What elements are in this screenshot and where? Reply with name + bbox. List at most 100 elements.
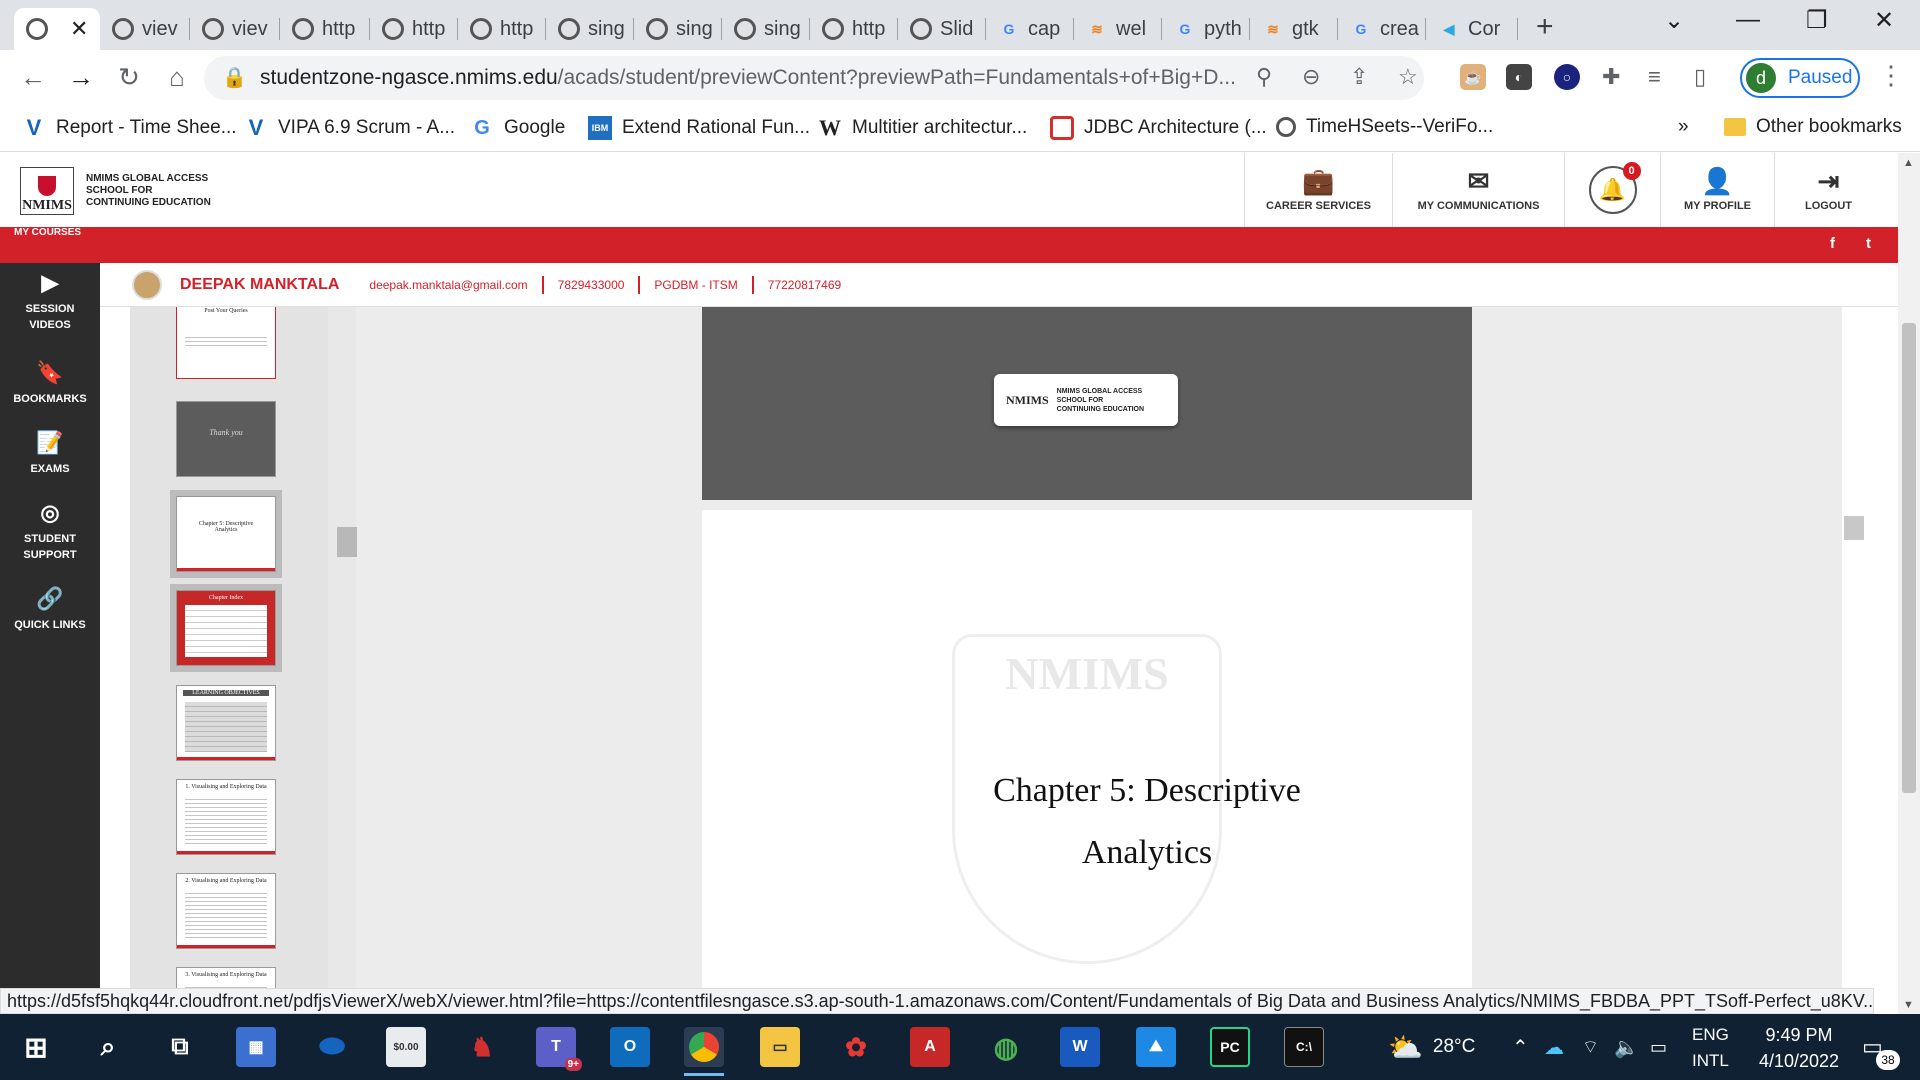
tab[interactable]: sing [634, 8, 722, 50]
wifi-icon[interactable]: ⌔ [1582, 1014, 1599, 1080]
restore-button[interactable]: ❐ [1806, 6, 1828, 35]
other-bookmarks-folder[interactable]: Other bookmarks [1724, 116, 1902, 138]
app-icon[interactable]: ♞ [462, 1027, 502, 1067]
weather-widget[interactable]: ⛅ 28°C [1388, 1014, 1475, 1080]
tab[interactable]: viev [100, 8, 190, 50]
outlook-icon[interactable]: O [610, 1027, 650, 1067]
back-button[interactable]: ← [16, 62, 50, 93]
sidebar-item-session-videos[interactable]: ▶ SESSION VIDEOS [0, 271, 100, 333]
bookmark-star-icon[interactable]: ☆ [1398, 64, 1418, 90]
bookmark-item[interactable]: TimeHSeets--VeriFo... [1276, 116, 1493, 138]
app-icon[interactable]: ▦ [236, 1027, 276, 1067]
tab[interactable]: ◀ Cor [1426, 8, 1518, 50]
tab[interactable]: http [810, 8, 898, 50]
page-thumbnail-selected[interactable]: Chapter 5: Descriptive Analytics [170, 490, 282, 578]
address-bar[interactable]: 🔒 studentzone-ngasce.nmims.edu/acads/stu… [204, 56, 1424, 100]
page-thumbnail[interactable]: 2. Visualising and Exploring Data [176, 873, 276, 949]
teams-icon[interactable]: T 9+ [536, 1027, 582, 1071]
tab[interactable]: Gpyth [1162, 8, 1250, 50]
my-courses-link[interactable]: MY COURSES [14, 227, 81, 238]
page-thumbnail[interactable]: 3. Visualising and Exploring Data [176, 967, 276, 988]
page-thumbnail[interactable]: Thank you [176, 401, 276, 477]
nmims-logo[interactable]: NMIMS NMIMS GLOBAL ACCESS SCHOOL FOR CON… [20, 167, 211, 215]
profile-button[interactable]: d Paused [1740, 58, 1860, 98]
home-button[interactable]: ⌂ [160, 62, 194, 93]
terminal-icon[interactable]: C:\ [1284, 1027, 1324, 1067]
task-view-icon[interactable]: ⧉ [160, 1027, 200, 1067]
location-icon[interactable]: ⚲ [1256, 64, 1272, 90]
bookmark-item[interactable]: G Google [470, 116, 565, 140]
tab[interactable]: http [458, 8, 546, 50]
chrome-menu-icon[interactable]: ⋮ [1878, 60, 1904, 91]
career-services-link[interactable]: 💼 CAREER SERVICES [1244, 153, 1392, 227]
new-tab-button[interactable]: + [1536, 10, 1554, 44]
bookmark-item[interactable]: W Multitier architectur... [818, 115, 1027, 140]
page-thumbnail[interactable]: LEARNING OBJECTIVES [176, 685, 276, 761]
windows-start-icon[interactable]: ⊞ [16, 1027, 56, 1067]
tab[interactable]: sing [722, 8, 810, 50]
close-tab-icon[interactable]: ✕ [70, 16, 88, 42]
tab[interactable]: ≋ gtk [1250, 8, 1338, 50]
logout-link[interactable]: ⇥ LOGOUT [1774, 153, 1882, 227]
bookmark-item[interactable]: JDBC Architecture (... [1050, 116, 1267, 140]
sidebar-item-student-support[interactable]: ◎ STUDENT SUPPORT [0, 501, 100, 563]
file-explorer-icon[interactable]: ▭ [760, 1027, 800, 1067]
viewer-scrollbar[interactable] [1842, 307, 1884, 988]
page-thumbnail[interactable]: Post Your Queries [176, 307, 276, 379]
minimize-button[interactable]: — [1736, 6, 1760, 34]
viewer-scroll-thumb[interactable] [1844, 516, 1864, 540]
twitter-icon[interactable]: t [1866, 235, 1871, 252]
chrome-icon[interactable] [684, 1027, 724, 1076]
clock[interactable]: 9:49 PM 4/10/2022 [1744, 1022, 1854, 1074]
bookmark-item[interactable]: V VIPA 6.9 Scrum - A... [244, 115, 455, 140]
sidebar-item-exams[interactable]: 📝 EXAMS [0, 431, 100, 477]
facebook-icon[interactable]: f [1830, 235, 1835, 252]
page-scrollbar[interactable]: ▲ ▼ [1898, 153, 1920, 1015]
search-icon[interactable]: ⌕ [88, 1027, 128, 1067]
extensions-puzzle-icon[interactable]: ✚ [1602, 64, 1620, 90]
bookmark-item[interactable]: V Report - Time Shee... [22, 115, 237, 140]
app-icon[interactable]: ◍ [986, 1027, 1026, 1067]
tab[interactable]: sing [546, 8, 634, 50]
photos-icon[interactable]: ⛰ [1136, 1027, 1176, 1067]
extension-icon[interactable]: ☕ [1460, 64, 1486, 90]
splitter-handle[interactable] [337, 527, 357, 557]
sidebar-splitter[interactable] [328, 307, 356, 988]
sidebar-item-bookmarks[interactable]: 🔖 BOOKMARKS [0, 361, 100, 407]
notification-center-button[interactable]: ▭ 38 [1862, 1014, 1900, 1080]
close-window-button[interactable]: ✕ [1874, 6, 1894, 35]
battery-icon[interactable]: ▭ [1650, 1014, 1667, 1080]
pycharm-icon[interactable]: PC [1210, 1027, 1250, 1067]
app-icon[interactable]: ✿ [836, 1027, 876, 1067]
app-icon[interactable]: ⬬ [312, 1027, 352, 1067]
page-thumbnail[interactable]: Chapter Index [170, 584, 282, 672]
scroll-down-arrow[interactable]: ▼ [1903, 999, 1914, 1011]
language-indicator[interactable]: ENG INTL [1692, 1022, 1729, 1074]
forward-button[interactable]: → [64, 62, 98, 93]
extension-icon[interactable]: ◐ [1506, 64, 1532, 90]
tab[interactable]: Gcrea [1338, 8, 1426, 50]
notifications-button[interactable]: 🔔 0 [1564, 153, 1660, 227]
sidebar-item-quick-links[interactable]: 🔗 QUICK LINKS [0, 587, 100, 633]
tab-search-icon[interactable]: ⌄ [1664, 6, 1684, 35]
onedrive-icon[interactable]: ☁ [1544, 1014, 1564, 1080]
reload-button[interactable]: ↻ [112, 62, 146, 93]
tab[interactable]: Slid [898, 8, 986, 50]
page-scroll-thumb[interactable] [1902, 323, 1916, 793]
tab[interactable]: http [280, 8, 370, 50]
acrobat-icon[interactable]: A [910, 1027, 950, 1067]
my-communications-link[interactable]: ✉ MY COMMUNICATIONS [1392, 153, 1564, 227]
tab[interactable]: Gcap [986, 8, 1074, 50]
tab[interactable]: viev [190, 8, 280, 50]
app-icon[interactable]: $0.00 [386, 1027, 426, 1067]
scroll-up-arrow[interactable]: ▲ [1903, 157, 1914, 169]
media-control-icon[interactable]: ≡ [1648, 64, 1661, 90]
tab[interactable]: ≋ wel [1074, 8, 1162, 50]
zoom-icon[interactable]: ⊖ [1302, 64, 1320, 90]
tab[interactable]: http [370, 8, 458, 50]
my-profile-link[interactable]: 👤 MY PROFILE [1660, 153, 1774, 227]
volume-icon[interactable]: 🔈 [1614, 1014, 1639, 1080]
page-thumbnail[interactable]: 1. Visualising and Exploring Data [176, 779, 276, 855]
share-icon[interactable]: ⇪ [1350, 64, 1368, 90]
thumbnail-sidebar[interactable]: Post Your Queries Thank you Chapter 5: D… [130, 307, 328, 988]
